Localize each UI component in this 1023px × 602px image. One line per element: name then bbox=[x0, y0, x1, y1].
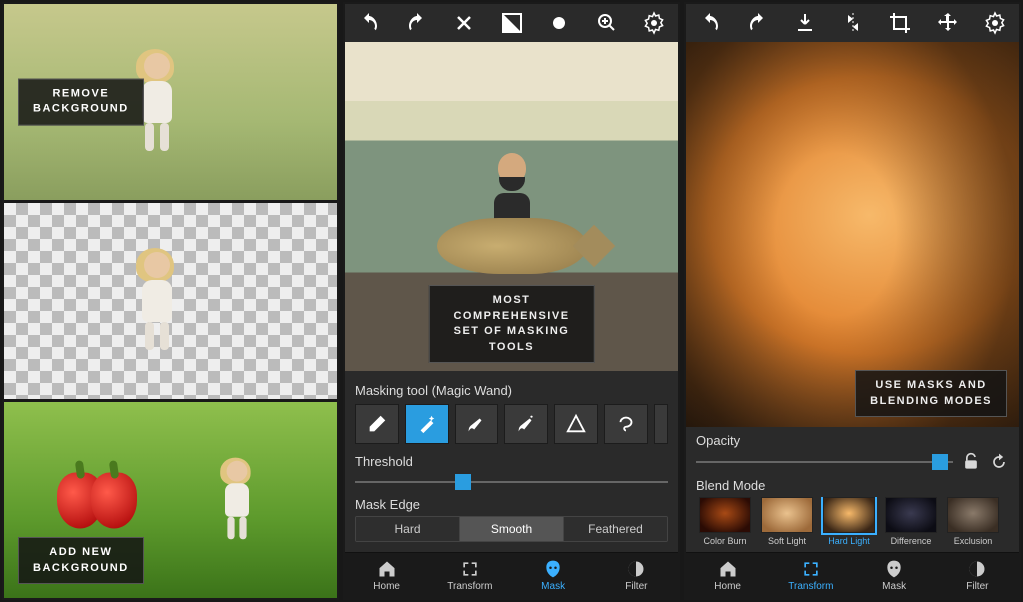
nav-mask-label: Mask bbox=[541, 581, 565, 592]
nav-transform[interactable]: Transform bbox=[769, 553, 852, 598]
undo-icon[interactable] bbox=[698, 11, 722, 35]
mask-edge-hard[interactable]: Hard bbox=[356, 517, 460, 541]
label-blending: USE MASKS AND BLENDING MODES bbox=[855, 370, 1007, 417]
shape-tool[interactable] bbox=[554, 404, 598, 444]
background-peppers bbox=[63, 473, 131, 534]
blend-label: Difference bbox=[891, 536, 932, 546]
blend-soft-light[interactable]: Soft Light bbox=[758, 497, 816, 546]
subject-girl bbox=[142, 53, 172, 151]
close-icon[interactable] bbox=[452, 11, 476, 35]
blend-label: Color Burn bbox=[703, 536, 746, 546]
nav-home-label: Home bbox=[373, 581, 400, 592]
mask-edge-feathered[interactable]: Feathered bbox=[564, 517, 667, 541]
nav-filter-label: Filter bbox=[966, 581, 988, 592]
mask-edge-segmented: Hard Smooth Feathered bbox=[355, 516, 668, 542]
nav-transform-label: Transform bbox=[447, 581, 492, 592]
import-icon[interactable] bbox=[793, 11, 817, 35]
mask-edge-smooth[interactable]: Smooth bbox=[460, 517, 564, 541]
lasso-tool[interactable] bbox=[604, 404, 648, 444]
blend-label: Exclusion bbox=[954, 536, 993, 546]
flip-icon[interactable] bbox=[841, 11, 865, 35]
nav-transform-label: Transform bbox=[788, 581, 833, 592]
canvas[interactable]: MOST COMPREHENSIVE SET OF MASKING TOOLS bbox=[345, 42, 678, 371]
label-remove-bg: REMOVE BACKGROUND bbox=[18, 79, 144, 126]
reset-icon[interactable] bbox=[989, 452, 1009, 472]
zoom-icon[interactable] bbox=[595, 11, 619, 35]
label-masking-tools: MOST COMPREHENSIVE SET OF MASKING TOOLS bbox=[428, 285, 595, 363]
label-add-bg: ADD NEW BACKGROUND bbox=[18, 537, 144, 584]
more-tool[interactable] bbox=[654, 404, 669, 444]
brush-tool[interactable] bbox=[455, 404, 499, 444]
canvas[interactable]: USE MASKS AND BLENDING MODES bbox=[686, 42, 1019, 427]
blend-label: Soft Light bbox=[768, 536, 806, 546]
unlock-icon[interactable] bbox=[961, 452, 981, 472]
smart-brush-tool[interactable] bbox=[504, 404, 548, 444]
nav-mask-label: Mask bbox=[882, 581, 906, 592]
blend-exclusion[interactable]: Exclusion bbox=[944, 497, 1002, 546]
eraser-tool[interactable] bbox=[355, 404, 399, 444]
nav-home[interactable]: Home bbox=[686, 553, 769, 598]
threshold-slider[interactable] bbox=[355, 473, 668, 491]
tile-original: REMOVE BACKGROUND bbox=[4, 4, 337, 200]
opacity-label: Opacity bbox=[696, 433, 1009, 448]
mask-edge-label: Mask Edge bbox=[355, 497, 668, 512]
panel-blending: USE MASKS AND BLENDING MODES Opacity Ble… bbox=[684, 2, 1021, 600]
tile-transparent bbox=[4, 203, 337, 399]
threshold-label: Threshold bbox=[355, 454, 668, 469]
blend-mode-label: Blend Mode bbox=[696, 478, 1009, 493]
tile-new-bg: ADD NEW BACKGROUND bbox=[4, 402, 337, 598]
nav-home[interactable]: Home bbox=[345, 553, 428, 598]
move-icon[interactable] bbox=[936, 11, 960, 35]
tool-row bbox=[355, 404, 668, 444]
nav-mask[interactable]: Mask bbox=[512, 553, 595, 598]
subject-girl-cutout bbox=[142, 252, 172, 350]
panel-masking: MOST COMPREHENSIVE SET OF MASKING TOOLS … bbox=[343, 2, 680, 600]
crop-icon[interactable] bbox=[888, 11, 912, 35]
toolbar bbox=[345, 4, 678, 42]
bottom-nav: Home Transform Mask Filter bbox=[345, 552, 678, 598]
redo-icon[interactable] bbox=[746, 11, 770, 35]
dot-icon[interactable] bbox=[547, 11, 571, 35]
blend-label: Hard Light bbox=[828, 536, 870, 546]
nav-transform[interactable]: Transform bbox=[428, 553, 511, 598]
nav-mask[interactable]: Mask bbox=[853, 553, 936, 598]
blend-mode-strip: Color Burn Soft Light Hard Light Differe… bbox=[696, 497, 1009, 546]
mask-controls: Masking tool (Magic Wand) Threshold Mask… bbox=[345, 371, 678, 552]
redo-icon[interactable] bbox=[405, 11, 429, 35]
nav-home-label: Home bbox=[714, 581, 741, 592]
settings-icon[interactable] bbox=[642, 11, 666, 35]
bottom-nav: Home Transform Mask Filter bbox=[686, 552, 1019, 598]
tool-label: Masking tool (Magic Wand) bbox=[355, 383, 668, 398]
undo-icon[interactable] bbox=[357, 11, 381, 35]
subject-girl-composited bbox=[225, 461, 249, 539]
nav-filter[interactable]: Filter bbox=[936, 553, 1019, 598]
settings-icon[interactable] bbox=[983, 11, 1007, 35]
toolbar bbox=[686, 4, 1019, 42]
nav-filter[interactable]: Filter bbox=[595, 553, 678, 598]
blend-controls: Opacity Blend Mode Color Burn Soft Light… bbox=[686, 427, 1019, 552]
panel-backgrounds: REMOVE BACKGROUND ADD NEW BACKGROUND bbox=[2, 2, 339, 600]
blend-hard-light[interactable]: Hard Light bbox=[820, 497, 878, 546]
magic-wand-tool[interactable] bbox=[405, 404, 449, 444]
invert-icon[interactable] bbox=[500, 11, 524, 35]
opacity-slider[interactable] bbox=[696, 453, 953, 471]
blend-color-burn[interactable]: Color Burn bbox=[696, 497, 754, 546]
nav-filter-label: Filter bbox=[625, 581, 647, 592]
blend-difference[interactable]: Difference bbox=[882, 497, 940, 546]
